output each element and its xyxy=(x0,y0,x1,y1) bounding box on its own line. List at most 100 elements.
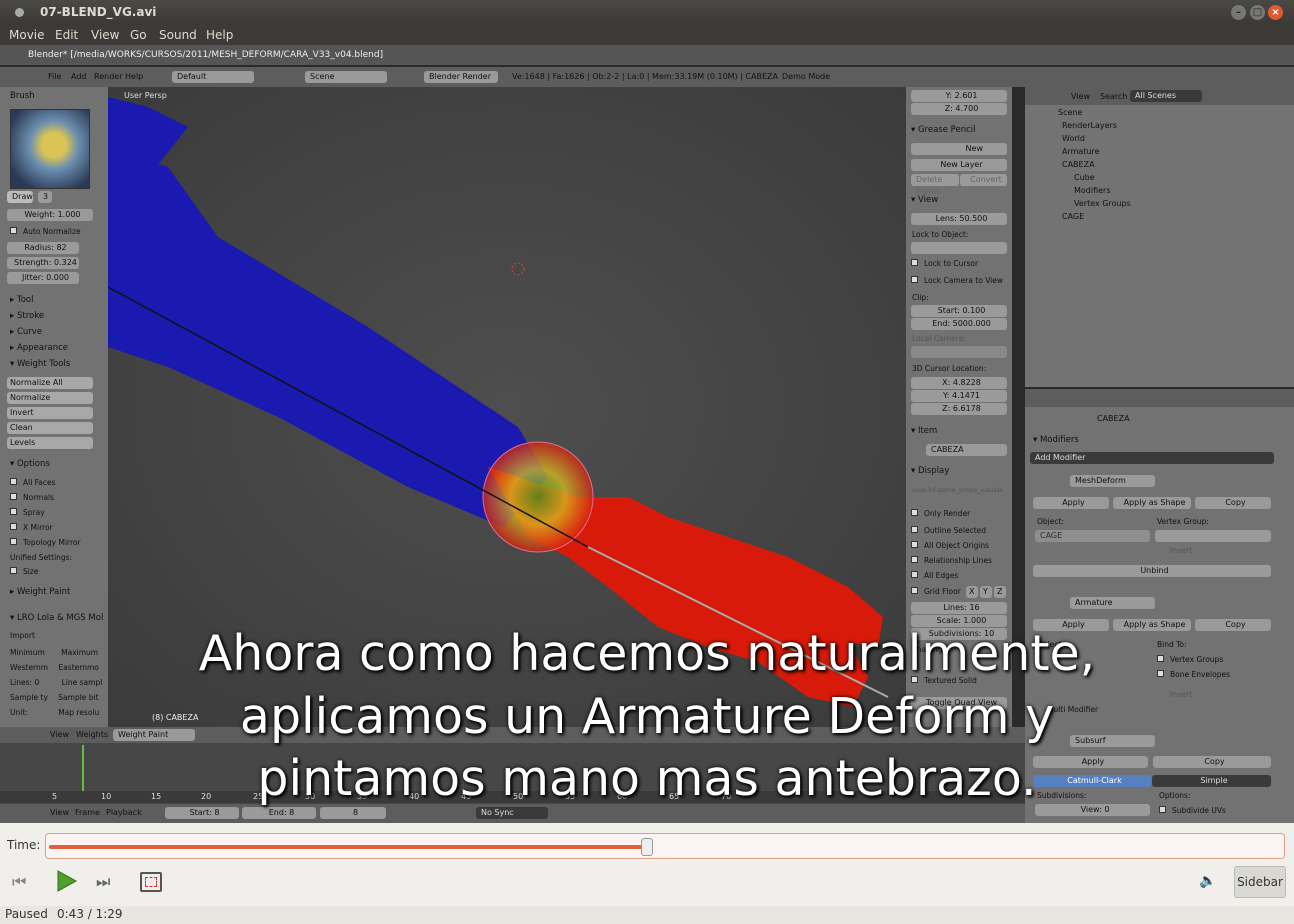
local-camera-field xyxy=(911,346,1007,358)
scene-selector: Scene xyxy=(305,71,387,83)
all-edges-label: All Edges xyxy=(924,571,959,580)
window-title: 07-BLEND_VG.avi xyxy=(40,5,157,19)
play-icon[interactable] xyxy=(56,869,78,893)
outliner-search: Search xyxy=(1100,92,1128,101)
tool-section: ▸ Tool xyxy=(10,295,34,305)
blender-menu-add: Add xyxy=(71,72,87,81)
item-section: ▾ Item xyxy=(911,426,938,436)
meshdeform-object-label: Object: xyxy=(1037,517,1064,526)
new-grease-button: New xyxy=(911,143,1007,155)
time-label: Time: xyxy=(7,838,41,852)
screen-selector: Default xyxy=(172,71,254,83)
stroke-section: ▸ Stroke xyxy=(10,311,45,321)
subdivide-uvs-check: Subdivide UVs xyxy=(1159,806,1226,815)
previous-icon[interactable]: ⏮ xyxy=(12,873,40,891)
item-label: Item xyxy=(917,426,938,436)
modifiers-section: ▾ Modifiers xyxy=(1033,435,1079,445)
window-menu-icon[interactable] xyxy=(15,8,24,17)
radius-field: Radius: 82 xyxy=(7,242,79,254)
cursor-location-label: 3D Cursor Location: xyxy=(912,364,987,373)
engine-selector: Blender Render xyxy=(424,71,498,83)
timeline-frame: Frame xyxy=(75,808,100,817)
blender-menu-help: Help xyxy=(125,72,144,81)
brush-preview-image xyxy=(10,109,90,189)
weight-tools-label: Weight Tools xyxy=(16,359,71,369)
blender-menu-render: Render xyxy=(94,72,123,81)
outliner-header: View Search All Scenes xyxy=(1025,87,1294,105)
tree-modifiers: Modifiers xyxy=(1074,186,1111,195)
x-mirror-label: X Mirror xyxy=(23,523,53,532)
brush-name: Draw xyxy=(7,191,33,203)
seek-handle[interactable] xyxy=(640,838,653,856)
normalize-all-button: Normalize All xyxy=(7,377,93,389)
meshdeform-apply-shape: Apply as Shape xyxy=(1113,497,1191,509)
blender-menu-file: File xyxy=(48,72,62,81)
grid-y-toggle: Y xyxy=(980,586,992,598)
fullscreen-icon[interactable] xyxy=(140,872,162,892)
normals-label: Normals xyxy=(23,493,55,502)
next-icon[interactable]: ⏭ xyxy=(96,873,124,891)
menu-help[interactable]: Help xyxy=(206,28,233,42)
normals-check: Normals xyxy=(10,493,54,502)
display-label: Display xyxy=(917,466,950,476)
unbind-button: Unbind xyxy=(1033,565,1271,577)
relationship-lines-check: Relationship Lines xyxy=(911,556,992,565)
tree-world: World xyxy=(1062,134,1085,143)
weight-paint-section: ▸ Weight Paint xyxy=(10,587,71,597)
options-label: Options xyxy=(16,459,50,469)
menu-sound[interactable]: Sound xyxy=(159,28,197,42)
close-icon[interactable]: × xyxy=(1268,5,1283,20)
subtitle-line-2: aplicamos un Armature Deform y xyxy=(239,688,1055,745)
lock-object-field xyxy=(911,242,1007,254)
all-faces-check: All Faces xyxy=(10,478,56,487)
start-frame-field: Start: 8 xyxy=(165,807,239,819)
outliner-scenes-filter: All Scenes xyxy=(1130,90,1202,102)
add-modifier-menu: Add Modifier xyxy=(1030,452,1274,464)
relationship-lines-label: Relationship Lines xyxy=(924,556,992,565)
lock-camera-label: Lock Camera to View xyxy=(924,276,1004,285)
grease-pencil-label: Grease Pencil xyxy=(917,125,976,135)
levels-button: Levels xyxy=(7,437,93,449)
clean-button: Clean xyxy=(7,422,93,434)
topology-mirror-label: Topology Mirror xyxy=(23,538,81,547)
spray-check: Spray xyxy=(10,508,45,517)
weight-tools-section: ▾ Weight Tools xyxy=(10,359,71,369)
meshdeform-apply: Apply xyxy=(1033,497,1109,509)
outliner: View Search All Scenes Scene RenderLayer… xyxy=(1025,87,1294,387)
grid-x-toggle: X xyxy=(966,586,978,598)
timeline-playback: Playback xyxy=(106,808,142,817)
menu-view[interactable]: View xyxy=(91,28,119,42)
maximize-icon[interactable]: □ xyxy=(1250,5,1265,20)
brush-users: 3 xyxy=(38,191,52,203)
lock-camera-check: Lock Camera to View xyxy=(911,276,1003,285)
strength-field: Strength: 0.324 xyxy=(7,257,79,269)
spray-label: Spray xyxy=(23,508,45,517)
grid-floor-label: Grid Floor xyxy=(924,587,961,596)
menu-edit[interactable]: Edit xyxy=(55,28,78,42)
minimize-icon[interactable]: – xyxy=(1231,5,1246,20)
cursor-z-field: Z: 6.6178 xyxy=(911,403,1007,415)
props-object-name: CABEZA xyxy=(1097,414,1130,423)
view-section: ▾ View xyxy=(911,195,939,205)
cursor-y-field: Y: 4.1471 xyxy=(911,390,1007,402)
menu-go[interactable]: Go xyxy=(130,28,147,42)
lock-cursor-label: Lock to Cursor xyxy=(924,259,979,268)
all-origins-check: All Object Origins xyxy=(911,541,989,550)
size-label: Size xyxy=(23,567,39,576)
volume-icon[interactable]: 🔈 xyxy=(1199,873,1217,891)
seek-bar[interactable] xyxy=(45,833,1285,859)
armature-mod-name: Armature xyxy=(1070,597,1155,609)
meshdeform-vgroup-field xyxy=(1155,530,1271,542)
menu-movie[interactable]: Movie xyxy=(9,28,45,42)
properties-header xyxy=(1025,389,1294,407)
tree-cabeza: CABEZA xyxy=(1062,160,1095,169)
size-check: Size xyxy=(10,567,38,576)
tool-label: Tool xyxy=(16,295,34,305)
tree-scene: Scene xyxy=(1058,108,1083,117)
tree-cage: CAGE xyxy=(1062,212,1085,221)
seek-progress xyxy=(49,845,647,849)
all-origins-label: All Object Origins xyxy=(924,541,990,550)
appearance-section: ▸ Appearance xyxy=(10,343,69,353)
sidebar-button[interactable]: Sidebar xyxy=(1234,866,1286,898)
x-mirror-check: X Mirror xyxy=(10,523,53,532)
